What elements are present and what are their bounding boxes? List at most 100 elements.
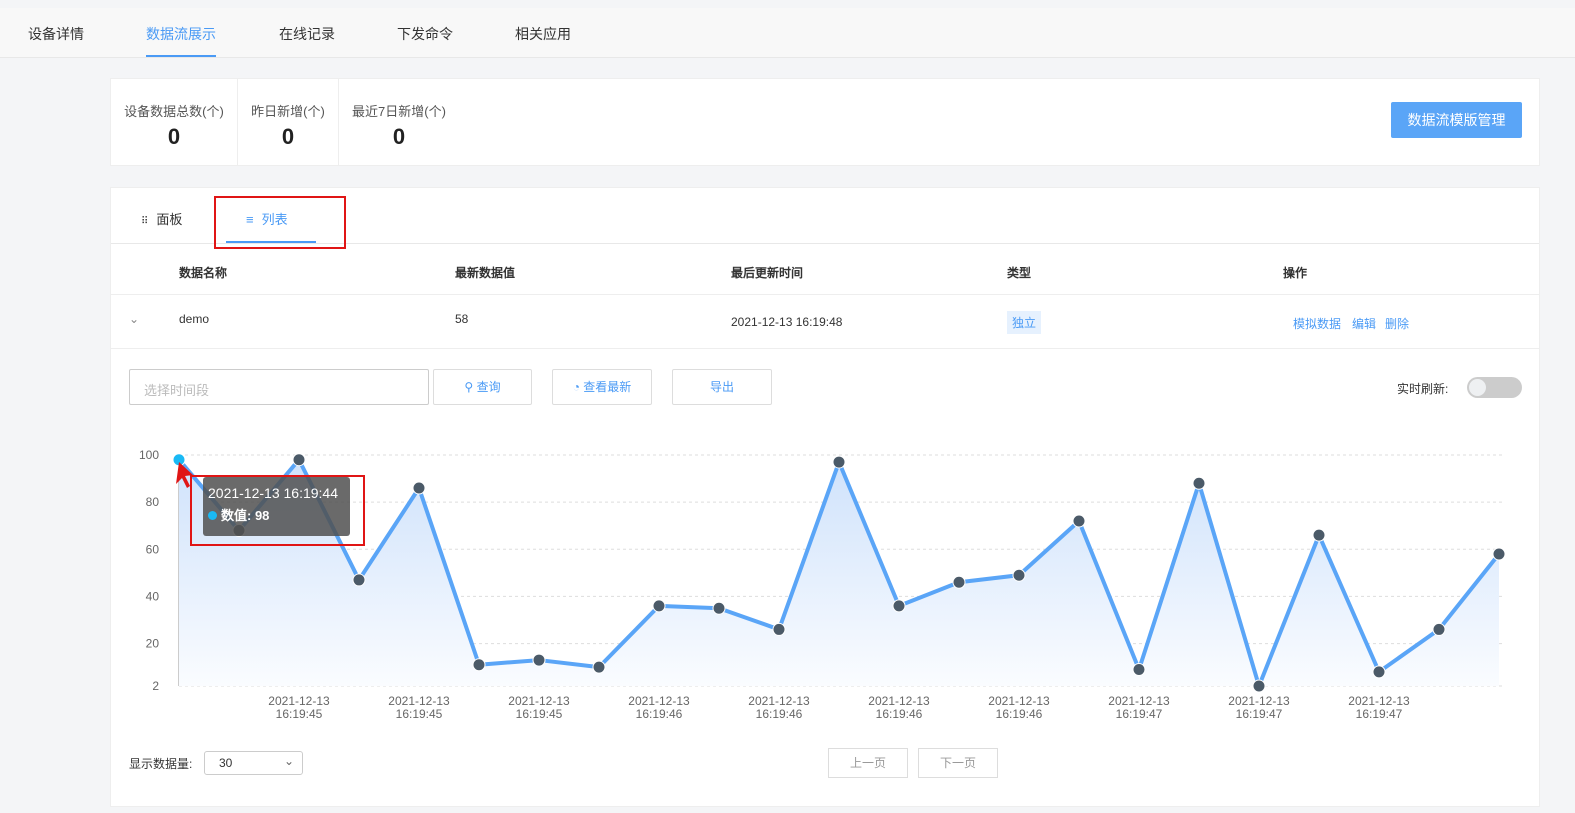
stat-label: 设备数据总数(个)	[124, 104, 224, 119]
x-tick-label: 2021-12-13 16:19:47	[1348, 694, 1410, 721]
data-point	[1252, 679, 1266, 693]
chevron-down-icon: ⌄	[283, 754, 294, 768]
tooltip-value: 数值: 98	[221, 508, 270, 523]
col-header-type: 类型	[1007, 266, 1032, 280]
data-chart: 2 20 40 60 80 100 2021-12-13 16:19:45 2021-12-13…	[139, 448, 1506, 721]
delete-link[interactable]: 删除	[1385, 315, 1409, 332]
view-latest-label: 查看最新	[583, 380, 632, 394]
tab-list-label: 列表	[261, 212, 288, 227]
cell-name: demo	[179, 312, 210, 326]
data-point	[352, 573, 366, 587]
divider	[111, 243, 1539, 244]
data-point	[472, 658, 486, 672]
divider	[111, 348, 1539, 349]
list-icon: ≡	[246, 212, 254, 227]
prev-page-button[interactable]: 上一页	[828, 748, 908, 778]
col-header-latest: 最新数据值	[455, 266, 516, 280]
stats-panel: 设备数据总数(个) 0 昨日新增(个) 0 最近7日新增(个) 0	[110, 78, 1540, 166]
data-point	[1012, 568, 1026, 582]
refresh-icon: ◔	[572, 380, 580, 394]
next-page-button[interactable]: 下一页	[918, 748, 998, 778]
y-tick-label: 80	[146, 495, 160, 509]
x-tick-label: 2021-12-13 16:19:47	[1108, 694, 1170, 721]
area-fill	[179, 459, 1499, 686]
cursor-arrow-icon	[176, 462, 193, 488]
y-tick-label: 60	[146, 542, 160, 556]
tab-panel-label: 面板	[156, 212, 183, 227]
simulate-data-link[interactable]: 模拟数据	[1293, 315, 1341, 332]
x-tick-label: 2021-12-13 16:19:46	[868, 694, 930, 721]
x-tick-label: 2021-12-13 16:19:46	[628, 694, 690, 721]
data-point	[1432, 622, 1446, 636]
stat-total: 设备数据总数(个) 0	[111, 79, 238, 165]
tab-send-command[interactable]: 下发命令	[397, 24, 453, 44]
stat-7days: 最近7日新增(个) 0	[339, 79, 459, 165]
toggle-knob	[1469, 379, 1486, 396]
stat-label: 昨日新增(个)	[251, 104, 325, 119]
tooltip-dot-icon	[208, 511, 217, 520]
x-tick-label: 2021-12-13 16:19:45	[388, 694, 450, 721]
y-tick-label: 100	[139, 448, 159, 462]
data-point	[532, 653, 546, 667]
query-label: 查询	[476, 380, 501, 394]
cell-updated: 2021-12-13 16:19:48	[731, 315, 843, 329]
data-point	[292, 453, 306, 467]
x-tick-label: 2021-12-13 16:19:47	[1228, 694, 1290, 721]
count-select[interactable]: 30 ⌄	[204, 751, 303, 775]
data-point	[412, 481, 426, 495]
data-point	[1072, 514, 1086, 528]
stat-label: 最近7日新增(个)	[352, 104, 446, 119]
data-point	[1132, 663, 1146, 676]
query-button[interactable]: ⚲ 查询	[433, 369, 532, 405]
realtime-toggle[interactable]	[1467, 377, 1522, 398]
col-header-updated: 最后更新时间	[731, 266, 804, 280]
data-point	[952, 575, 966, 589]
x-tick-label: 2021-12-13 16:19:45	[268, 694, 330, 721]
y-tick-label: 20	[146, 637, 160, 651]
stat-value: 0	[392, 124, 406, 149]
data-point	[652, 599, 666, 613]
y-tick-label: 40	[146, 589, 160, 603]
view-latest-button[interactable]: ◔ 查看最新	[552, 369, 652, 405]
top-nav: 设备详情 数据流展示 在线记录 下发命令 相关应用	[0, 8, 1575, 58]
cell-latest: 58	[455, 312, 469, 326]
tooltip-time: 2021-12-13 16:19:44	[208, 485, 338, 501]
grid-icon: ⠿	[141, 216, 149, 227]
chart-tooltip: 2021-12-13 16:19:44 数值: 98	[203, 477, 350, 536]
divider	[111, 294, 1539, 295]
tab-list[interactable]: ≡ 列表	[246, 209, 288, 228]
stat-value: 0	[167, 124, 181, 149]
active-tab-indicator	[146, 55, 216, 57]
count-value: 30	[219, 756, 233, 770]
data-point	[1312, 528, 1326, 542]
tab-panel[interactable]: ⠿ 面板	[141, 209, 182, 228]
y-tick-label: 2	[152, 679, 159, 693]
data-point	[832, 455, 846, 469]
x-tick-label: 2021-12-13 16:19:46	[988, 694, 1050, 721]
stat-value: 0	[281, 124, 295, 149]
expand-chevron-icon[interactable]: ⌄	[129, 312, 139, 326]
data-point	[592, 660, 606, 674]
data-point	[1492, 547, 1506, 561]
type-badge: 独立	[1007, 311, 1042, 334]
tab-device-details[interactable]: 设备详情	[28, 24, 84, 44]
edit-link[interactable]: 编辑	[1352, 315, 1376, 332]
col-header-name: 数据名称	[179, 266, 228, 280]
template-manage-button[interactable]: 数据流模版管理	[1391, 102, 1522, 138]
data-point	[892, 599, 906, 613]
time-range-input[interactable]: 选择时间段	[129, 369, 429, 405]
data-point	[1192, 476, 1206, 490]
data-point	[772, 622, 786, 636]
x-tick-label: 2021-12-13 16:19:45	[508, 694, 570, 721]
realtime-label: 实时刷新:	[1397, 382, 1449, 396]
tab-related-apps[interactable]: 相关应用	[515, 24, 571, 44]
tab-online-records[interactable]: 在线记录	[279, 24, 335, 44]
count-label: 显示数据量:	[129, 757, 193, 771]
search-icon: ⚲	[464, 380, 474, 394]
data-point	[1372, 665, 1386, 679]
col-header-actions: 操作	[1283, 266, 1308, 280]
data-point	[712, 601, 726, 615]
tab-data-stream[interactable]: 数据流展示	[146, 24, 216, 44]
export-button[interactable]: 导出	[672, 369, 772, 405]
stat-yesterday: 昨日新增(个) 0	[238, 79, 339, 165]
